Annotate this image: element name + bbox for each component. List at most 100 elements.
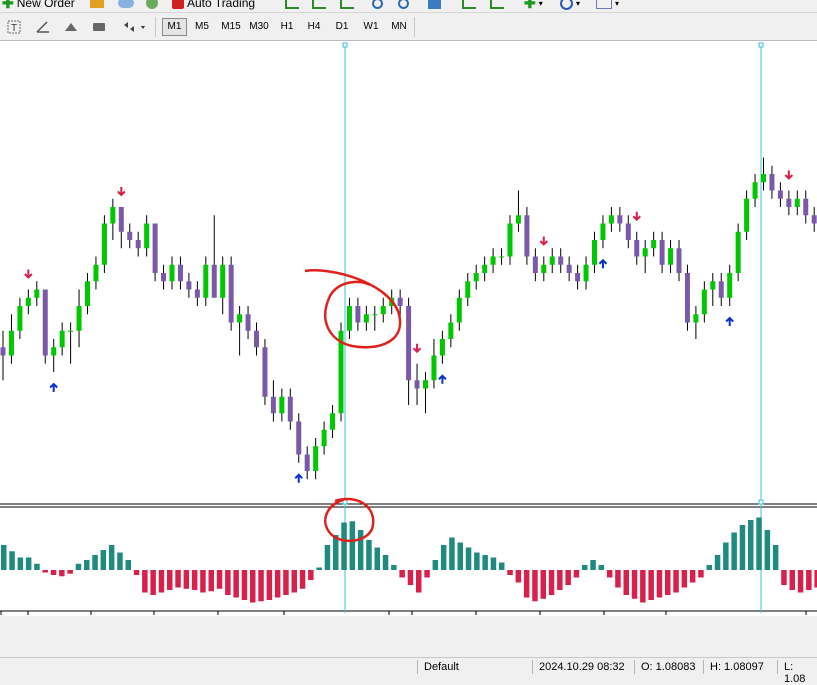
histogram-bar bbox=[606, 570, 613, 578]
chart-scroll-icon[interactable] bbox=[462, 0, 476, 11]
chart-window[interactable]: 3129 Oct 08:3929 Oct 08:4729 Oct 08:5529… bbox=[0, 41, 817, 630]
histogram-bar bbox=[183, 570, 190, 589]
tf-mn[interactable]: MN bbox=[386, 18, 412, 36]
histogram-bar bbox=[17, 557, 24, 570]
vertical-line-handle bbox=[342, 42, 348, 48]
histogram-bar bbox=[565, 570, 571, 585]
histogram-bar bbox=[175, 570, 181, 588]
histogram-bar bbox=[125, 560, 131, 570]
chart-tool-icon-3[interactable] bbox=[340, 0, 354, 11]
zoom-in-icon[interactable] bbox=[372, 0, 383, 11]
histogram-bar bbox=[723, 542, 729, 570]
vertical-line-handle bbox=[758, 499, 764, 505]
rectangle-tool-icon[interactable] bbox=[90, 18, 108, 36]
new-order-label: New Order bbox=[16, 0, 75, 10]
histogram-bar bbox=[34, 563, 40, 570]
histogram-bar bbox=[449, 537, 455, 570]
templates-icon[interactable]: ▾ bbox=[596, 0, 619, 11]
histogram-bar bbox=[764, 530, 771, 570]
chart-shift-icon[interactable] bbox=[490, 0, 504, 11]
histogram-bar bbox=[391, 565, 397, 570]
candle bbox=[625, 223, 631, 240]
sell-arrow-icon bbox=[539, 236, 549, 246]
status-open: O: 1.08083 bbox=[641, 661, 696, 673]
tf-d1[interactable]: D1 bbox=[331, 18, 353, 36]
sell-arrow-icon bbox=[632, 211, 641, 222]
chart-tool-icon-2[interactable] bbox=[312, 0, 326, 11]
periods-icon[interactable]: ▾ bbox=[560, 0, 580, 11]
histogram-bar bbox=[316, 567, 322, 570]
text-tool-icon[interactable]: T bbox=[5, 18, 23, 36]
candle bbox=[431, 355, 437, 381]
histogram-bar bbox=[416, 570, 422, 593]
tf-m5[interactable]: M5 bbox=[190, 18, 214, 36]
candle bbox=[135, 240, 141, 249]
new-order-button[interactable]: ✚ New Order bbox=[2, 0, 75, 11]
tf-m30[interactable]: M30 bbox=[246, 18, 272, 36]
histogram-bar bbox=[399, 570, 405, 578]
tf-h4[interactable]: H4 bbox=[303, 18, 325, 36]
candle bbox=[397, 297, 403, 306]
histogram-bar bbox=[324, 545, 331, 570]
histogram-bar bbox=[507, 570, 513, 575]
histogram-bar bbox=[573, 570, 580, 578]
tf-m15[interactable]: M15 bbox=[218, 18, 244, 36]
candle bbox=[270, 396, 276, 414]
auto-trading-label: Auto Trading bbox=[187, 0, 256, 10]
candle bbox=[769, 174, 775, 191]
buy-arrow-icon bbox=[438, 374, 447, 384]
candle bbox=[194, 289, 200, 298]
histogram-bar bbox=[258, 570, 264, 602]
candle bbox=[684, 273, 690, 323]
price-chart[interactable]: 3129 Oct 08:3929 Oct 08:4729 Oct 08:5529… bbox=[0, 41, 817, 630]
histogram-bar bbox=[84, 560, 90, 570]
candle bbox=[566, 264, 572, 273]
candle bbox=[651, 240, 657, 249]
chart-scroll-area[interactable] bbox=[0, 632, 817, 656]
candle bbox=[279, 396, 285, 414]
candle bbox=[76, 306, 82, 331]
candle bbox=[608, 215, 614, 224]
histogram-bar bbox=[706, 565, 712, 570]
candle bbox=[532, 256, 538, 273]
label-tool-icon[interactable] bbox=[34, 18, 52, 36]
histogram-bar bbox=[681, 570, 688, 588]
histogram-bar bbox=[756, 517, 762, 570]
histogram-bar bbox=[349, 521, 356, 570]
histogram-bar bbox=[640, 570, 646, 603]
histogram-bar bbox=[440, 545, 447, 570]
metaeditor-icon[interactable] bbox=[90, 0, 104, 11]
buy-arrow-icon bbox=[49, 382, 58, 392]
zoom-out-icon[interactable] bbox=[398, 0, 409, 11]
cloud-icon[interactable] bbox=[118, 0, 134, 11]
globe-icon[interactable] bbox=[146, 0, 158, 11]
tf-m1[interactable]: M1 bbox=[162, 18, 187, 36]
candle bbox=[313, 446, 319, 471]
triangle-tool-icon[interactable] bbox=[62, 18, 80, 36]
tf-h1[interactable]: H1 bbox=[276, 18, 298, 36]
candle bbox=[423, 380, 428, 389]
candle bbox=[25, 297, 31, 306]
histogram-bar bbox=[133, 570, 140, 575]
tf-w1[interactable]: W1 bbox=[359, 18, 383, 36]
buy-arrow-icon bbox=[725, 316, 734, 326]
histogram-bar bbox=[557, 570, 563, 590]
auto-trading-button[interactable]: Auto Trading bbox=[172, 0, 255, 11]
chart-tool-icon[interactable] bbox=[285, 0, 299, 11]
histogram-bar bbox=[789, 570, 795, 590]
status-profile: Default bbox=[424, 661, 459, 673]
histogram-bar bbox=[67, 570, 73, 574]
tile-windows-icon[interactable] bbox=[428, 0, 441, 11]
histogram-bar bbox=[200, 570, 206, 593]
histogram-bar bbox=[59, 570, 65, 577]
histogram-bar bbox=[465, 547, 472, 570]
vertical-line-handle bbox=[758, 42, 764, 48]
histogram-bar bbox=[266, 570, 273, 600]
arrows-tool-icon[interactable] bbox=[120, 18, 148, 36]
candle bbox=[448, 322, 454, 339]
histogram-bar bbox=[714, 555, 721, 570]
histogram-bar bbox=[407, 570, 414, 585]
candle bbox=[541, 264, 547, 273]
svg-text:T: T bbox=[11, 23, 17, 34]
indicators-icon[interactable]: ✚ ▾ bbox=[524, 0, 543, 11]
